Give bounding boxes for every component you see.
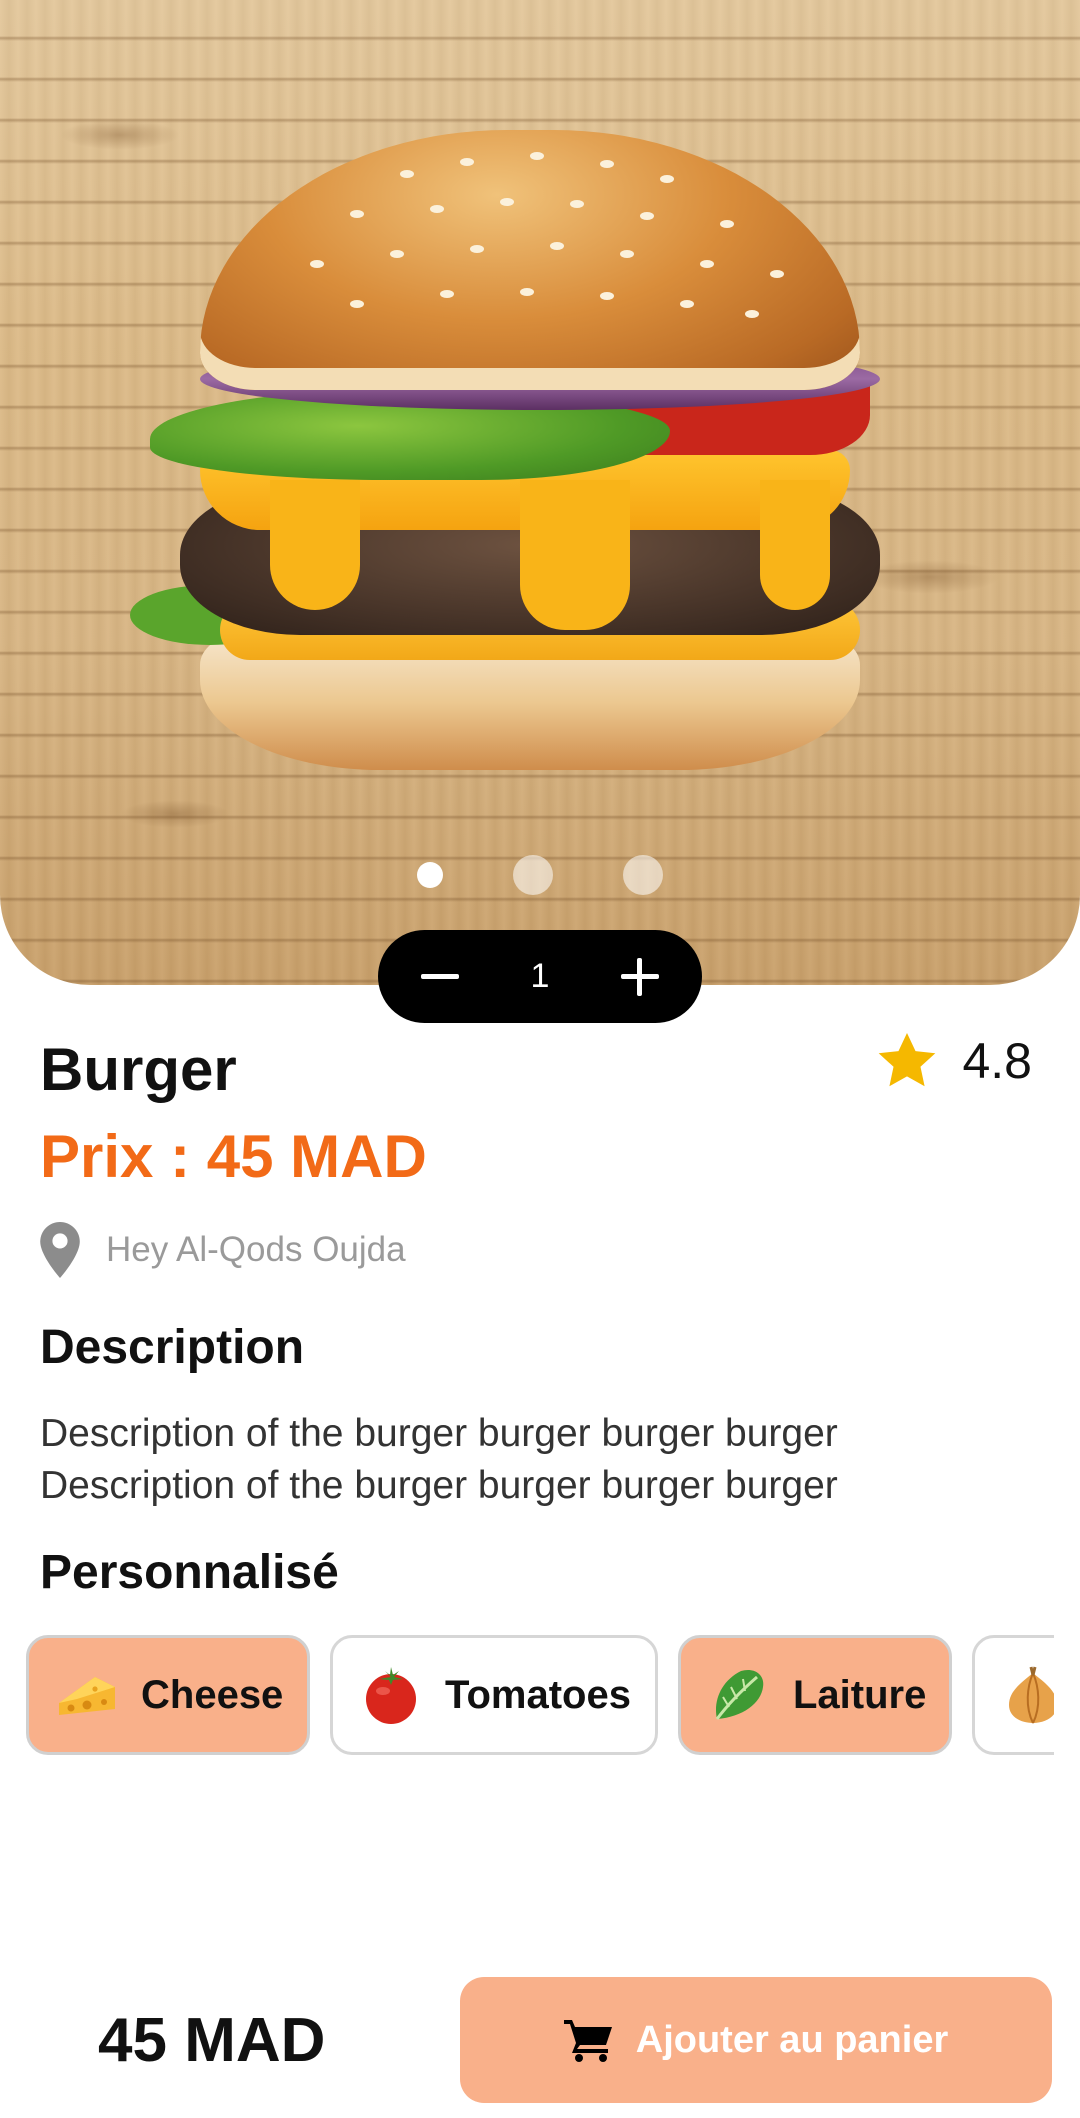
sesame-seed: [600, 292, 614, 300]
description-line: Description of the burger burger burger …: [40, 1412, 838, 1455]
sesame-seed: [745, 310, 759, 318]
carousel-dot-active[interactable]: [417, 862, 443, 888]
sesame-seed: [310, 260, 324, 268]
sesame-seed: [440, 290, 454, 298]
sesame-seed: [550, 242, 564, 250]
option-chip-tomatoes[interactable]: Tomatoes: [330, 1635, 658, 1755]
sesame-seed: [400, 170, 414, 178]
sesame-seed: [470, 245, 484, 253]
product-image-carousel[interactable]: [0, 0, 1080, 985]
tomato-icon: [366, 1667, 416, 1724]
sesame-seed: [570, 200, 584, 208]
cheese-drip: [270, 480, 360, 610]
location-text: Hey Al-Qods Oujda: [106, 1230, 406, 1269]
carousel-dot[interactable]: [623, 855, 663, 895]
option-label: Tomatoes: [445, 1672, 631, 1717]
sesame-seed: [350, 300, 364, 308]
quantity-value: 1: [530, 957, 550, 995]
sesame-seed: [430, 205, 444, 213]
description-line: Description of the burger burger burger …: [40, 1464, 838, 1507]
sesame-seed: [500, 198, 514, 206]
cart-icon: [563, 2020, 612, 2062]
plus-icon: [620, 957, 659, 996]
sesame-seed: [640, 212, 654, 220]
sesame-seed: [660, 175, 674, 183]
sesame-seed: [720, 220, 734, 228]
quantity-stepper: 1: [378, 930, 702, 1023]
minus-icon: [421, 974, 459, 979]
product-price: Prix : 45 MAD: [40, 1123, 427, 1190]
burger-photo: [130, 130, 920, 780]
carousel-dot[interactable]: [513, 855, 553, 895]
customize-heading: Personnalisé: [40, 1546, 339, 1599]
description-heading: Description: [40, 1321, 305, 1374]
onion-icon: [1009, 1666, 1054, 1724]
product-name: Burger: [40, 1036, 237, 1103]
carousel-indicator: [0, 855, 1080, 895]
bun-top: [200, 130, 860, 390]
sesame-seed: [460, 158, 474, 166]
sesame-seed: [520, 288, 534, 296]
cheese-drip: [760, 480, 830, 610]
sesame-seed: [770, 270, 784, 278]
sesame-seed: [350, 210, 364, 218]
customize-options-list[interactable]: Cheese Tomatoes Laiture: [26, 1635, 1054, 1757]
option-label: Laiture: [793, 1672, 927, 1717]
product-rating: 4.8: [874, 1028, 1032, 1094]
decrement-button[interactable]: [418, 955, 462, 999]
description-text: Description of the burger burger burger …: [40, 1408, 1040, 1512]
lettuce-icon: [715, 1669, 764, 1720]
cheese-icon: [59, 1677, 115, 1715]
sesame-seed: [530, 152, 544, 160]
add-to-cart-label: Ajouter au panier: [635, 2018, 949, 2061]
cheese-drip: [520, 480, 630, 630]
total-price: 45 MAD: [98, 2006, 326, 2075]
add-to-cart-button[interactable]: Ajouter au panier: [460, 1977, 1052, 2103]
sesame-seed: [390, 250, 404, 258]
option-chip-laiture[interactable]: Laiture: [678, 1635, 952, 1755]
product-location: Hey Al-Qods Oujda: [40, 1222, 406, 1278]
option-chip-cheese[interactable]: Cheese: [26, 1635, 310, 1755]
increment-button[interactable]: [618, 955, 662, 999]
sesame-seed: [600, 160, 614, 168]
star-icon: [879, 1032, 936, 1087]
option-chip-onion[interactable]: [972, 1635, 1054, 1755]
sesame-seed: [700, 260, 714, 268]
rating-value: 4.8: [962, 1033, 1032, 1089]
sesame-seed: [680, 300, 694, 308]
sesame-seed: [620, 250, 634, 258]
wood-knot: [120, 800, 230, 828]
location-pin-icon: [40, 1222, 80, 1278]
option-label: Cheese: [141, 1672, 284, 1717]
